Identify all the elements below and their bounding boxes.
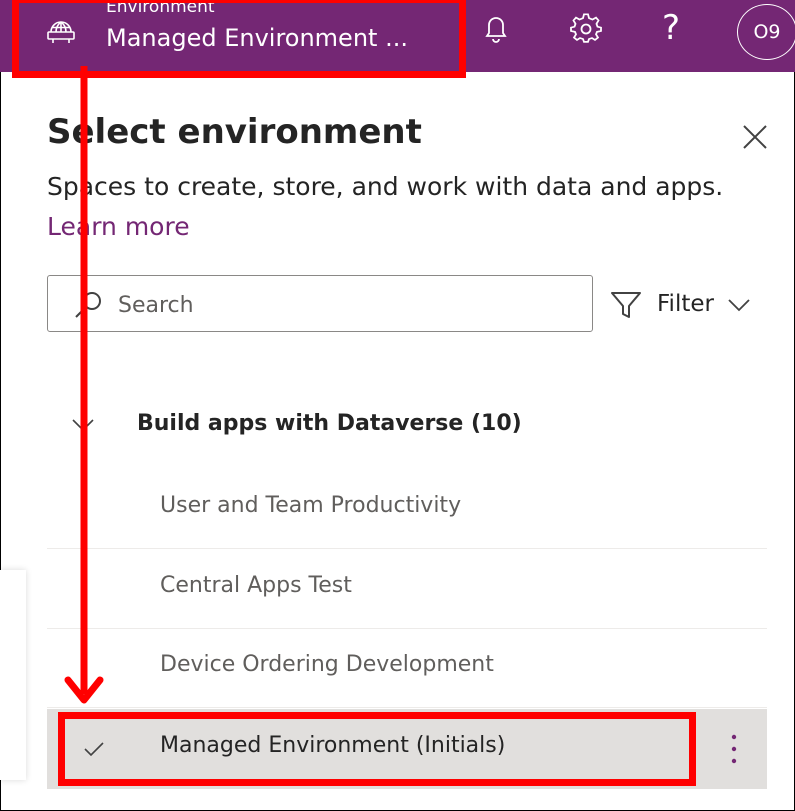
flyout-edge (0, 570, 26, 780)
filter-label: Filter (657, 291, 714, 317)
avatar[interactable]: O9 (737, 4, 795, 60)
gear-icon[interactable] (570, 12, 602, 46)
list-item[interactable]: User and Team Productivity (47, 471, 767, 549)
search-icon (75, 292, 101, 318)
divider (47, 707, 767, 708)
more-options-icon[interactable] (724, 731, 744, 767)
list-item[interactable]: Central Apps Test (47, 551, 767, 629)
close-icon[interactable] (740, 122, 770, 152)
filter-icon (611, 292, 641, 318)
search-input[interactable] (116, 286, 580, 324)
environment-item-name: User and Team Productivity (160, 493, 462, 518)
panel-subtitle: Spaces to create, store, and work with d… (47, 172, 724, 201)
chevron-down-icon (728, 299, 750, 312)
chevron-down-icon[interactable] (70, 414, 96, 436)
filter-button[interactable]: Filter (610, 285, 760, 325)
list-item[interactable]: Device Ordering Development (47, 630, 767, 708)
panel-title: Select environment (47, 112, 422, 152)
search-box[interactable] (47, 275, 593, 332)
group-title[interactable]: Build apps with Dataverse (10) (137, 411, 522, 436)
environment-item-name: Central Apps Test (160, 573, 352, 598)
annotation-highlight-selected-item (58, 712, 696, 786)
divider (47, 548, 767, 549)
environment-item-name: Device Ordering Development (160, 652, 494, 677)
annotation-highlight-environment (12, 0, 466, 78)
learn-more-link[interactable]: Learn more (47, 212, 190, 241)
help-icon[interactable]: ? (662, 8, 680, 48)
divider (47, 628, 767, 629)
bell-icon[interactable] (480, 12, 512, 46)
